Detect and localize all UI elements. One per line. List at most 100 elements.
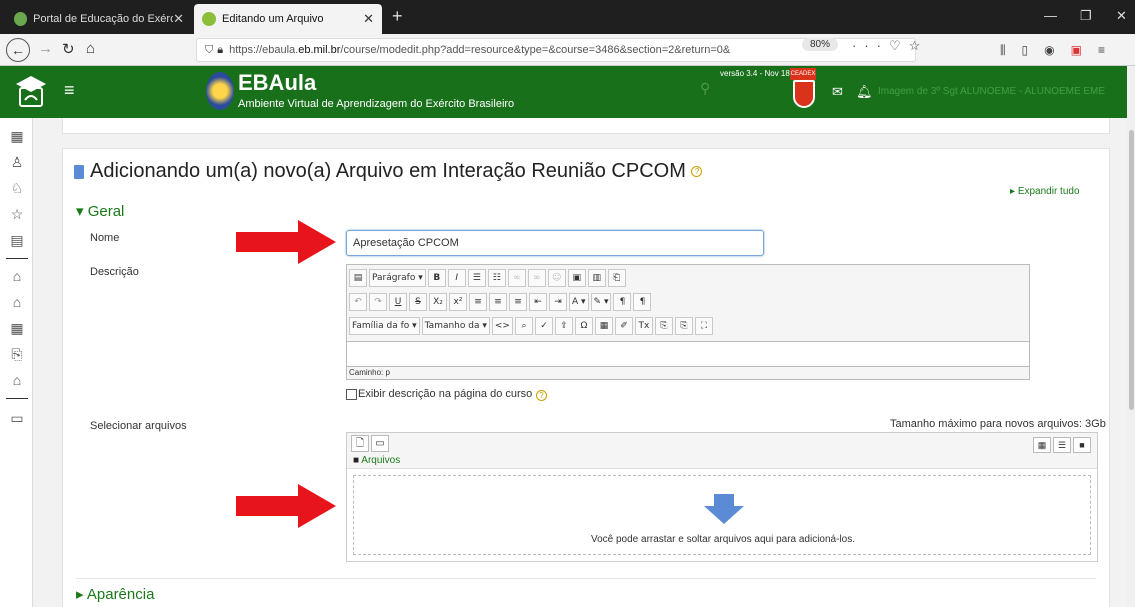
section-general[interactable]: ▾ Geral	[76, 202, 124, 220]
home-icon[interactable]: ⌂	[86, 40, 95, 57]
view-tree-icon[interactable]: ■	[1073, 437, 1091, 453]
notifications-bell-icon[interactable]: 🔔︎	[856, 84, 873, 100]
bold-icon[interactable]: B	[427, 269, 446, 287]
files-folder-path[interactable]: ■ Arquivos	[353, 455, 400, 466]
subscript-icon[interactable]: X₂	[429, 293, 447, 311]
toolbar-toggle-icon[interactable]: ▤	[349, 269, 367, 287]
home-icon[interactable]: ⌂	[7, 268, 27, 288]
code-icon[interactable]: <>	[491, 317, 513, 335]
menu-icon[interactable]: ≡	[1098, 43, 1105, 58]
bookmark-star-icon[interactable]: ☆	[909, 38, 929, 53]
library-icon[interactable]: ⫼	[1000, 43, 1006, 58]
army-seal-logo	[206, 72, 234, 110]
tab-editando[interactable]: Editando um Arquivo ✕	[194, 4, 382, 34]
tracking-shield-icon[interactable]: ⛉	[205, 44, 213, 57]
add-file-icon[interactable]: 🗋︎	[351, 435, 369, 452]
expand-all-link[interactable]: ▸ Expandir tudo	[1010, 186, 1080, 197]
show-description-checkbox[interactable]	[346, 389, 357, 400]
tab-label: Portal de Educação do Exército	[33, 13, 174, 25]
reload-icon[interactable]: ↻	[62, 40, 75, 58]
hamburger-menu-icon[interactable]: ≡	[64, 80, 75, 101]
lock-icon[interactable]: 🔒︎	[217, 44, 223, 57]
file-manager-icon[interactable]: ⎗	[607, 269, 626, 287]
search-icon[interactable]: ⚲	[700, 80, 710, 97]
numbered-list-icon[interactable]: ☷	[487, 269, 506, 287]
site-home-icon[interactable]: ⌂	[7, 294, 27, 314]
grades-book-icon[interactable]: ▤	[7, 232, 27, 252]
table-icon[interactable]: ▦	[594, 317, 613, 335]
participants-icon[interactable]: ♙	[7, 154, 27, 174]
find-icon[interactable]: ⌕	[514, 317, 533, 335]
show-description-label[interactable]: Exibir descrição na página do curso	[358, 388, 532, 400]
extension-icon[interactable]: ◉	[1044, 43, 1054, 58]
scrollbar-thumb[interactable]	[1129, 130, 1134, 410]
private-files-icon[interactable]: ⎘	[7, 346, 27, 366]
site-title[interactable]: EBAula	[238, 70, 316, 96]
unlink-icon[interactable]: ∞	[527, 269, 546, 287]
user-menu[interactable]: Imagem de 3º Sgt ALUNOEME - ALUNOEME EME	[878, 86, 1105, 97]
new-tab-icon[interactable]: +	[392, 6, 403, 27]
file-drop-zone[interactable]: Você pode arrastar e soltar arquivos aqu…	[353, 475, 1091, 555]
upload-icon[interactable]: ⇪	[554, 317, 573, 335]
fullscreen-icon[interactable]: ⛶	[694, 317, 713, 335]
zoom-badge[interactable]: 80%	[802, 38, 839, 51]
pocket-icon[interactable]: ♡	[889, 38, 909, 53]
indent-icon[interactable]: ⇥	[549, 293, 567, 311]
view-list-icon[interactable]: ☰	[1053, 437, 1071, 453]
redo-icon[interactable]: ↷	[369, 293, 387, 311]
file-icon	[74, 164, 84, 179]
image-icon[interactable]: ▣	[567, 269, 586, 287]
dashboard-grid-icon[interactable]: ▦	[7, 128, 27, 148]
paste-text-icon[interactable]: ⎘	[654, 317, 673, 335]
strikethrough-icon[interactable]: S	[409, 293, 427, 311]
create-folder-icon[interactable]: ▭	[371, 435, 389, 452]
close-icon[interactable]: ✕	[363, 11, 374, 27]
name-input[interactable]: Apresetação CPCOM	[346, 230, 764, 256]
close-icon[interactable]: ✕	[173, 11, 184, 27]
messages-icon[interactable]: ✉	[832, 84, 843, 100]
align-right-icon[interactable]: ≡	[509, 293, 527, 311]
align-center-icon[interactable]: ≡	[489, 293, 507, 311]
sidebar-icon[interactable]: ▯	[1022, 43, 1029, 58]
bullet-list-icon[interactable]: ☰	[467, 269, 486, 287]
emoticon-icon[interactable]: ☺	[547, 269, 566, 287]
align-left-icon[interactable]: ≡	[469, 293, 487, 311]
window-close-icon[interactable]: ✕	[1116, 8, 1127, 24]
folder-icon[interactable]: ▭	[7, 410, 27, 430]
view-icons-icon[interactable]: ▦	[1033, 437, 1051, 453]
rtl-icon[interactable]: ¶	[633, 293, 652, 311]
calendar-icon[interactable]: ▦	[7, 320, 27, 340]
text-color-icon[interactable]: A ▾	[569, 293, 589, 311]
more-icon[interactable]: ···	[852, 38, 889, 53]
tab-portal[interactable]: Portal de Educação do Exército ✕	[6, 4, 192, 34]
section-appearance[interactable]: ▸ Aparência	[76, 585, 154, 603]
clear-formatting-icon[interactable]: Tx	[634, 317, 653, 335]
pocket-save-icon[interactable]: ▣	[1071, 43, 1082, 58]
badges-icon[interactable]: ♘	[7, 180, 27, 200]
my-courses-icon[interactable]: ⌂	[7, 372, 27, 392]
font-size-select[interactable]: Tamanho da ▾	[421, 317, 490, 335]
forward-icon[interactable]: →	[38, 40, 53, 57]
italic-icon[interactable]: I	[447, 269, 466, 287]
format-select[interactable]: Parágrafo ▾	[369, 269, 426, 287]
competencies-star-icon[interactable]: ☆	[7, 206, 27, 226]
minimize-icon[interactable]: —	[1044, 8, 1057, 23]
maximize-icon[interactable]: ❐	[1080, 8, 1092, 24]
clean-format-icon[interactable]: ✐	[614, 317, 633, 335]
background-color-icon[interactable]: ✎ ▾	[590, 293, 612, 311]
outdent-icon[interactable]: ⇤	[529, 293, 547, 311]
editor-content-area[interactable]	[347, 341, 1029, 367]
special-char-icon[interactable]: Ω	[574, 317, 593, 335]
back-icon[interactable]: ←	[6, 38, 30, 62]
font-family-select[interactable]: Família da fo ▾	[349, 317, 420, 335]
undo-icon[interactable]: ↶	[349, 293, 367, 311]
help-icon[interactable]: ?	[536, 390, 547, 401]
help-icon[interactable]: ?	[691, 166, 703, 178]
superscript-icon[interactable]: x²	[449, 293, 467, 311]
spellcheck-icon[interactable]: ✓	[534, 317, 553, 335]
ltr-icon[interactable]: ¶	[613, 293, 632, 311]
link-icon[interactable]: ∞	[507, 269, 526, 287]
media-icon[interactable]: ▥	[587, 269, 606, 287]
paste-word-icon[interactable]: ⎘	[674, 317, 693, 335]
underline-icon[interactable]: U	[389, 293, 407, 311]
